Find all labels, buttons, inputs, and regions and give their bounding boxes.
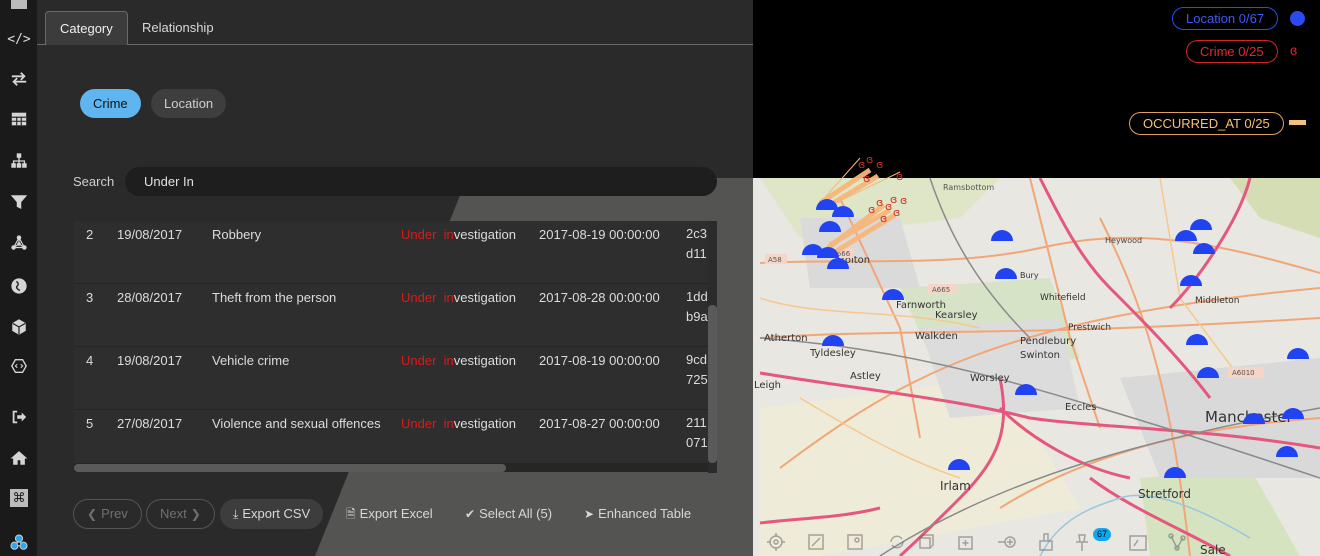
table-row[interactable]: 2 19/08/2017 Robbery Under investigation… — [74, 221, 708, 284]
cube-icon[interactable] — [8, 316, 30, 338]
row-status: Under investigation — [401, 353, 516, 368]
vertical-scroll-thumb[interactable] — [708, 305, 717, 463]
chart-icon[interactable] — [1128, 532, 1148, 552]
export-csv-button[interactable]: ⤓ Export CSV — [220, 499, 324, 529]
row-category: Vehicle crime — [212, 353, 290, 368]
results-table: 2 19/08/2017 Robbery Under investigation… — [74, 221, 717, 471]
search-label: Search — [73, 174, 115, 189]
row-status: Under investigation — [401, 227, 516, 242]
row-datetime: 2017-08-27 00:00:00 — [539, 416, 660, 431]
table-icon[interactable] — [8, 108, 30, 130]
chevron-right-icon: ❯ — [190, 507, 201, 521]
row-id: 1dd b9a — [686, 289, 708, 324]
check-icon: ✔ — [465, 507, 476, 521]
hexagon-code-icon[interactable] — [8, 355, 30, 377]
link-add-icon[interactable] — [997, 532, 1017, 552]
row-id: 2c3 d11 — [686, 226, 707, 261]
row-index: 3 — [86, 290, 94, 305]
chevron-left-icon: ❮ — [87, 507, 98, 521]
row-index: 2 — [86, 227, 94, 242]
command-icon[interactable]: ⌘ — [8, 487, 30, 509]
pin-icon[interactable] — [1072, 532, 1092, 552]
paper-plane-icon: ➤ — [584, 507, 595, 521]
crime-node-icon: ɞ — [893, 206, 900, 219]
row-index: 5 — [86, 416, 94, 431]
location-dot-icon — [1290, 11, 1305, 26]
table-row[interactable]: 3 28/08/2017 Theft from the person Under… — [74, 284, 708, 347]
crime-node-icon: ɞ — [858, 158, 865, 171]
row-datetime: 2017-08-19 00:00:00 — [539, 353, 660, 368]
rotate-icon[interactable] — [887, 532, 907, 552]
table-vertical-scrollbar[interactable] — [708, 221, 717, 473]
icon-sidebar: </> ⌘ — [0, 0, 37, 556]
legend-crime[interactable]: Crime 0/25 — [1186, 40, 1278, 63]
location-count-badge: 67 — [1093, 528, 1111, 541]
excel-file-icon: 🗎 — [346, 507, 356, 521]
select-all-button[interactable]: ✔ Select All (5) — [452, 499, 565, 529]
prev-button[interactable]: ❮ Prev — [73, 499, 142, 529]
download-icon: ⤓ — [233, 507, 239, 521]
table-horizontal-scrollbar[interactable] — [74, 463, 708, 472]
image-icon[interactable] — [845, 532, 865, 552]
filter-icon[interactable] — [8, 191, 30, 213]
row-id: 211 071 — [686, 415, 708, 450]
panel-tabs: Category Relationship — [37, 0, 753, 45]
code-icon[interactable]: </> — [7, 28, 30, 50]
data-table-panel: Category Relationship Crime Location Sea… — [37, 0, 753, 556]
row-date: 19/08/2017 — [117, 227, 183, 242]
row-datetime: 2017-08-19 00:00:00 — [539, 227, 660, 242]
table-row[interactable]: 5 27/08/2017 Violence and sexual offence… — [74, 410, 708, 471]
graph-icon[interactable] — [1167, 532, 1187, 552]
row-category: Theft from the person — [212, 290, 337, 305]
edit-icon[interactable] — [806, 532, 826, 552]
row-status: Under investigation — [401, 290, 516, 305]
crime-node-icon: ɞ — [900, 194, 907, 207]
add-layer-icon[interactable] — [956, 532, 976, 552]
table-row[interactable]: 4 19/08/2017 Vehicle crime Under investi… — [74, 347, 708, 410]
globe-icon[interactable] — [8, 275, 30, 297]
row-date: 19/08/2017 — [117, 353, 183, 368]
swap-arrows-icon[interactable] — [8, 68, 30, 90]
row-category: Violence and sexual offences — [212, 416, 381, 431]
tab-relationship[interactable]: Relationship — [128, 11, 228, 45]
export-excel-button[interactable]: 🗎 Export Excel — [333, 499, 446, 529]
category-pill-location[interactable]: Location — [151, 89, 227, 118]
biohazard-logo-icon[interactable] — [8, 532, 30, 554]
row-index: 4 — [86, 353, 94, 368]
tab-category[interactable]: Category — [45, 11, 128, 45]
crime-node-icon: ɞ — [880, 212, 887, 225]
crime-node-icon: ɞ — [868, 203, 875, 216]
crime-node-icon: ɞ — [866, 153, 873, 166]
cube-frame-icon[interactable] — [916, 532, 936, 552]
search-input[interactable] — [125, 167, 717, 196]
crime-node-icon: ɞ — [896, 170, 903, 183]
crime-node-icon: ɞ — [876, 196, 883, 209]
enhanced-table-button[interactable]: ➤ Enhanced Table — [571, 499, 704, 529]
locate-icon[interactable] — [766, 532, 786, 552]
hierarchy-icon[interactable] — [8, 150, 30, 172]
edge-line-icon — [1289, 120, 1306, 125]
top-partial-icon[interactable] — [8, 0, 30, 14]
row-status: Under investigation — [401, 416, 516, 431]
row-id: 9cd 725 — [686, 352, 708, 387]
sign-out-icon[interactable] — [8, 406, 30, 428]
row-datetime: 2017-08-28 00:00:00 — [539, 290, 660, 305]
crime-flame-icon: ɞ — [1290, 42, 1298, 58]
row-date: 28/08/2017 — [117, 290, 183, 305]
home-icon[interactable] — [8, 447, 30, 469]
row-category: Robbery — [212, 227, 262, 242]
next-button[interactable]: Next ❯ — [146, 499, 215, 529]
category-pill-crime[interactable]: Crime — [80, 89, 141, 118]
crime-node-icon: ɞ — [863, 172, 870, 185]
crime-node-icon: ɞ — [876, 158, 883, 171]
network-icon[interactable] — [8, 232, 30, 254]
row-date: 27/08/2017 — [117, 416, 183, 431]
horizontal-scroll-thumb[interactable] — [74, 464, 506, 472]
legend-occurred-at[interactable]: OCCURRED_AT 0/25 — [1129, 112, 1284, 135]
legend-location[interactable]: Location 0/67 — [1172, 7, 1279, 30]
brush-icon[interactable] — [1036, 532, 1056, 552]
crime-node-icon: ɞ — [890, 193, 897, 206]
